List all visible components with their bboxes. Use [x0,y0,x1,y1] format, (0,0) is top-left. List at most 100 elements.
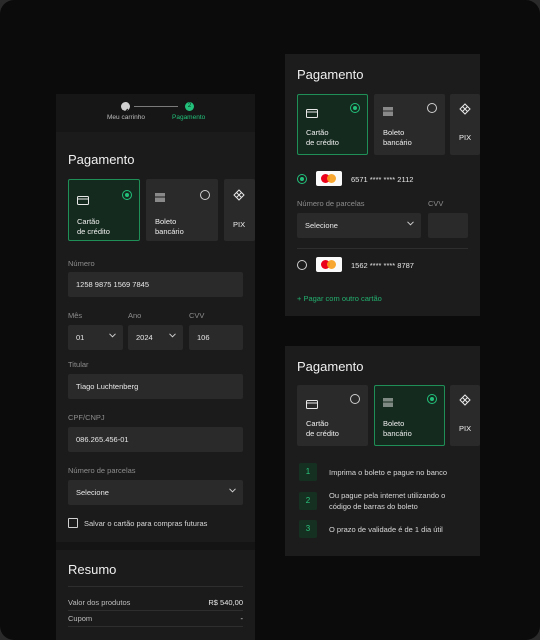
chevron-down-icon [169,333,176,339]
cvv-field[interactable]: 106 [189,325,243,350]
method-pix-option[interactable]: PIX [450,94,480,155]
method-boleto-radio[interactable] [200,190,210,200]
checkout-panel-left: 2 Meu carrinho Pagamento Pagamento Cartã… [56,94,255,640]
cvv-label: CVV [189,311,205,320]
month-value: 01 [76,333,85,342]
holder-label: Titular [68,360,89,369]
year-label: Ano [128,311,142,320]
boleto-step-text: Ou pague pela internet utilizando o códi… [329,491,446,511]
mastercard-icon [316,257,342,272]
boleto-step-text: O prazo de validade é de 1 dia útil [329,525,443,534]
page-title: Pagamento [297,67,364,82]
boleto-step-number: 1 [299,463,317,481]
method-boleto-label: Boleto bancário [155,217,184,236]
stepper-line [134,106,178,107]
year-select[interactable]: 2024 [128,325,183,350]
pix-icon [233,188,245,206]
barcode-icon [383,395,394,413]
summary-row-coupon-value: - [240,614,244,623]
pix-icon [459,393,471,411]
step-label-cart[interactable]: Meu carrinho [107,114,145,121]
app-frame: 2 Meu carrinho Pagamento Pagamento Cartã… [0,0,540,640]
boleto-step-number: 2 [299,492,317,510]
summary-separator [56,542,255,550]
boleto-step-text: Imprima o boleto e pague no banco [329,468,447,477]
saved-card-1-number: 6571 **** **** 2112 [351,175,414,184]
saved-card-2-radio[interactable] [297,260,307,270]
installments-value: Selecione [76,488,109,497]
chevron-down-icon [229,488,236,494]
method-boleto-label: Boleto bancário [383,419,412,438]
chevron-down-icon [109,333,116,339]
method-boleto-option[interactable]: Boleto bancário [374,94,445,155]
summary-divider [68,586,243,587]
saved-card-1-radio[interactable] [297,174,307,184]
method-card-option[interactable]: Cartão de crédito [68,179,140,241]
page-title: Pagamento [68,152,135,167]
installments-label: Número de parcelas [68,466,136,475]
step-2-indicator: 2 [185,102,194,111]
installments-value: Selecione [305,221,338,230]
cvv-label: CVV [428,199,444,208]
save-card-label[interactable]: Salvar o cartão para compras futuras [84,519,207,528]
credit-card-icon [77,192,89,210]
step-label-payment: Pagamento [172,114,206,121]
summary-row-products-label: Valor dos produtos [68,598,131,607]
add-card-link[interactable]: + Pagar com outro cartão [297,294,382,303]
page-title: Pagamento [297,359,364,374]
mastercard-icon [316,171,342,186]
installments-select[interactable]: Selecione [297,213,421,238]
method-card-option[interactable]: Cartão de crédito [297,94,368,155]
method-card-radio[interactable] [122,190,132,200]
method-boleto-radio[interactable] [427,103,437,113]
credit-card-icon [306,105,318,123]
method-card-label: Cartão de crédito [306,128,339,147]
cvv-field[interactable] [428,213,468,238]
card-number-label: Número [68,259,95,268]
method-card-option[interactable]: Cartão de crédito [297,385,368,446]
cvv-value: 106 [197,333,210,342]
summary-divider [68,610,243,611]
card-number-field[interactable]: 1258 9875 1569 7845 [68,272,243,297]
method-card-label: Cartão de crédito [77,217,110,236]
summary-row-products-value: R$ 540,00 [208,598,243,607]
method-card-label: Cartão de crédito [306,419,339,438]
cpf-field[interactable]: 086.265.456-01 [68,427,243,452]
pix-icon [459,102,471,120]
installments-label: Número de parcelas [297,199,365,208]
method-pix-label: PIX [459,424,472,433]
method-card-radio[interactable] [350,394,360,404]
month-select[interactable]: 01 [68,325,123,350]
barcode-icon [383,104,394,122]
stepper: 2 Meu carrinho Pagamento [56,94,255,132]
method-pix-label: PIX [233,220,246,229]
method-boleto-option[interactable]: Boleto bancário [146,179,218,241]
method-pix-label: PIX [459,133,472,142]
check-icon [121,102,130,113]
summary-row-coupon-label: Cupom [68,614,93,623]
holder-value: Tiago Luchtenberg [76,382,139,391]
saved-card-2-number: 1562 **** **** 8787 [351,261,414,270]
checkout-panel-saved-cards: Pagamento Cartão de crédito Boleto bancá… [285,54,480,316]
cpf-value: 086.265.456-01 [76,435,129,444]
method-pix-option[interactable]: PIX [450,385,480,446]
credit-card-icon [306,396,318,414]
checkout-panel-boleto: Pagamento Cartão de crédito Boleto bancá… [285,346,480,556]
year-value: 2024 [136,333,153,342]
barcode-icon [155,190,166,208]
summary-divider [68,626,243,627]
installments-select[interactable]: Selecione [68,480,243,505]
card-number-value: 1258 9875 1569 7845 [76,280,149,289]
month-label: Mês [68,311,83,320]
method-pix-option[interactable]: PIX [224,179,255,241]
holder-field[interactable]: Tiago Luchtenberg [68,374,243,399]
method-card-radio[interactable] [350,103,360,113]
cpf-label: CPF/CNPJ [68,413,105,422]
boleto-step-number: 3 [299,520,317,538]
method-boleto-option[interactable]: Boleto bancário [374,385,445,446]
save-card-checkbox[interactable] [68,518,78,528]
method-boleto-label: Boleto bancário [383,128,412,147]
method-boleto-radio[interactable] [427,394,437,404]
card-divider [297,248,468,249]
summary-title: Resumo [68,562,117,577]
